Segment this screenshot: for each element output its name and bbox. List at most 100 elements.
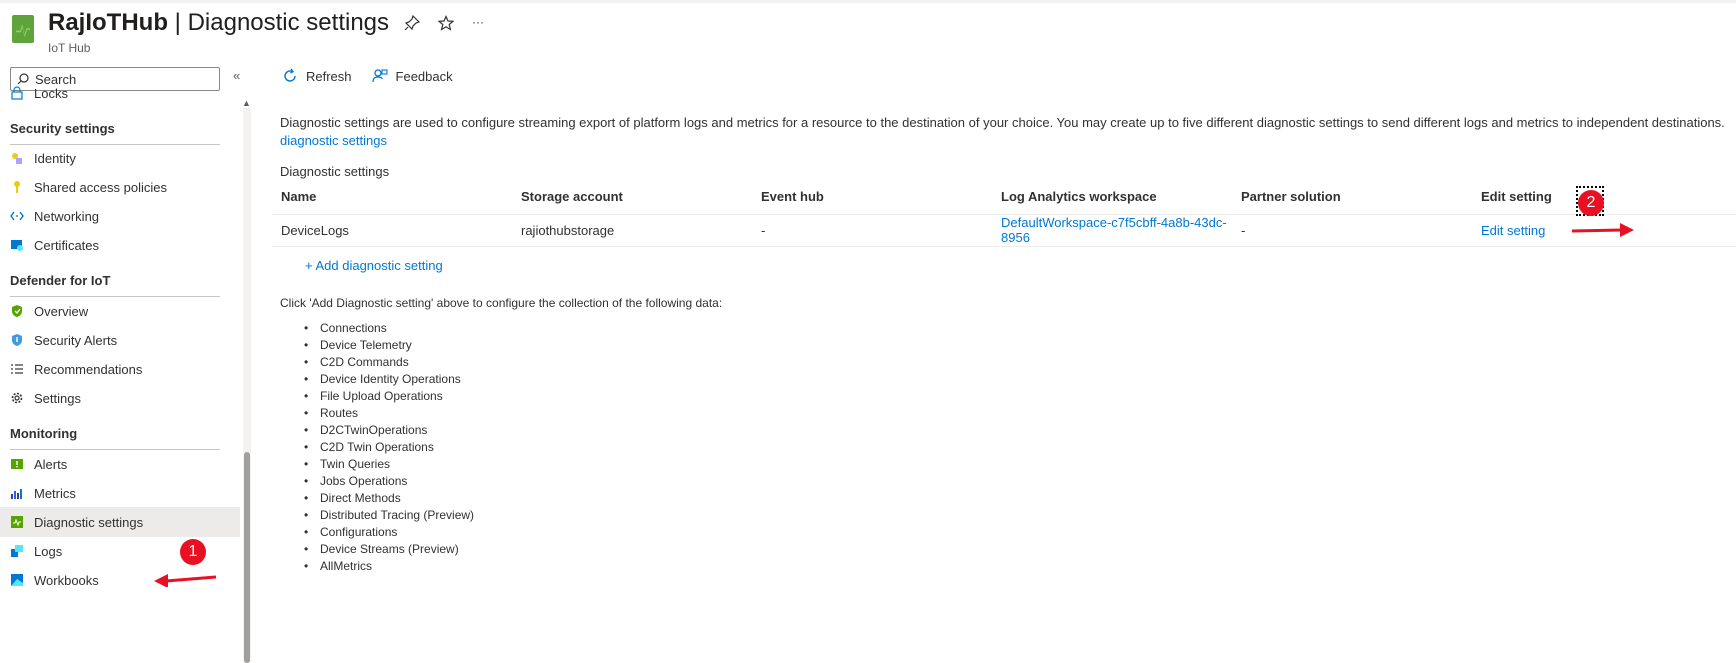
section-monitoring: Monitoring xyxy=(10,426,220,450)
diagnostic-settings-table: Name Storage account Event hub Log Analy… xyxy=(272,180,1736,247)
sidebar-item-networking[interactable]: Networking xyxy=(10,201,240,231)
sidebar-item-settings[interactable]: Settings xyxy=(10,383,240,413)
sidebar-item-metrics[interactable]: Metrics xyxy=(10,478,240,508)
table-header-row: Name Storage account Event hub Log Analy… xyxy=(272,180,1736,215)
diagnostic-settings-icon xyxy=(10,515,24,529)
col-partner-solution: Partner solution xyxy=(1232,180,1472,215)
add-diagnostic-setting-button[interactable]: + Add diagnostic setting xyxy=(305,258,443,273)
workbooks-icon xyxy=(10,573,24,587)
sidebar-item-label: Recommendations xyxy=(34,361,143,377)
sidebar-item-label: Overview xyxy=(34,303,89,319)
command-bar: Refresh Feedback xyxy=(282,68,453,84)
section-defender-for-iot: Defender for IoT xyxy=(10,273,220,297)
shield-icon xyxy=(10,304,24,318)
step-2-badge: 2 xyxy=(1578,190,1604,216)
sidebar-item-shared-access-policies[interactable]: Shared access policies xyxy=(10,172,240,202)
sidebar-item-label: Identity xyxy=(34,150,76,166)
sidebar-item-security-alerts[interactable]: Security Alerts xyxy=(10,325,240,355)
list-item: Routes xyxy=(304,405,474,422)
star-icon[interactable] xyxy=(437,15,455,36)
refresh-button[interactable]: Refresh xyxy=(282,68,352,84)
feedback-icon xyxy=(371,68,388,84)
key-icon xyxy=(10,180,24,194)
refresh-label: Refresh xyxy=(306,68,352,84)
list-item: Configurations xyxy=(304,524,474,541)
refresh-icon xyxy=(282,68,298,84)
list-item: Connections xyxy=(304,320,474,337)
cell-workspace-link[interactable]: DefaultWorkspace-c7f5cbff-4a8b-43dc-8956 xyxy=(992,214,1232,247)
sidebar-item-label: Alerts xyxy=(34,456,68,472)
sidebar-item-alerts[interactable]: Alerts xyxy=(10,449,240,479)
sidebar-item-locks[interactable]: Locks xyxy=(10,78,240,108)
diagnostic-settings-heading: Diagnostic settings xyxy=(280,164,390,179)
step-2-arrow-icon xyxy=(1571,223,1634,237)
list-item: C2D Twin Operations xyxy=(304,439,474,456)
list-item: File Upload Operations xyxy=(304,388,474,405)
col-edit-setting: Edit setting xyxy=(1472,180,1736,215)
security-alert-shield-icon xyxy=(10,333,24,347)
sidebar-item-label: Logs xyxy=(34,543,63,559)
sidebar-item-label: Settings xyxy=(34,390,81,406)
col-name: Name xyxy=(272,180,512,215)
col-event-hub: Event hub xyxy=(752,180,992,215)
section-security-settings: Security settings xyxy=(10,121,220,145)
sidebar-item-diagnostic-settings[interactable]: Diagnostic settings xyxy=(0,507,240,537)
description-text: Diagnostic settings are used to configur… xyxy=(280,115,1725,130)
description: Diagnostic settings are used to configur… xyxy=(280,114,1736,150)
blade-title: Diagnostic settings xyxy=(187,9,390,36)
sidebar-item-identity[interactable]: Identity xyxy=(10,143,240,173)
sidebar-item-certificates[interactable]: Certificates xyxy=(10,230,240,260)
list-item: Direct Methods xyxy=(304,490,474,507)
iot-hub-icon xyxy=(12,15,34,43)
list-item: C2D Commands xyxy=(304,354,474,371)
list-item: Twin Queries xyxy=(304,456,474,473)
list-item: Device Streams (Preview) xyxy=(304,541,474,558)
page-header: RajIoTHub | Diagnostic settings IoT Hub … xyxy=(0,0,1736,60)
sidebar-item-overview[interactable]: Overview xyxy=(10,296,240,326)
pin-icon[interactable] xyxy=(404,14,421,36)
sidebar-scrollbar-thumb[interactable] xyxy=(244,452,250,663)
sidebar-item-label: Certificates xyxy=(34,237,100,253)
feedback-button[interactable]: Feedback xyxy=(371,68,453,84)
logs-icon xyxy=(10,544,24,558)
gear-icon xyxy=(10,391,24,405)
title-separator: | xyxy=(168,9,188,36)
cell-name: DeviceLogs xyxy=(272,214,512,247)
more-options-button[interactable]: ··· xyxy=(472,15,484,36)
diagnostic-settings-docs-link[interactable]: diagnostic settings xyxy=(280,133,387,148)
sidebar-item-label: Security Alerts xyxy=(34,332,118,348)
cell-event-hub: - xyxy=(752,214,992,247)
sidebar-item-label: Diagnostic settings xyxy=(34,514,144,530)
list-item: Device Identity Operations xyxy=(304,371,474,388)
page-title: RajIoTHub | Diagnostic settings xyxy=(48,9,389,37)
sidebar-item-label: Networking xyxy=(34,208,100,224)
header-actions: ··· xyxy=(404,14,484,36)
sidebar-item-label: Locks xyxy=(34,85,68,101)
feedback-label: Feedback xyxy=(395,68,453,84)
lock-icon xyxy=(10,86,24,100)
alerts-icon xyxy=(10,457,24,471)
sidebar-item-label: Workbooks xyxy=(34,572,99,588)
list-item: Distributed Tracing (Preview) xyxy=(304,507,474,524)
scroll-up-icon[interactable]: ▲ xyxy=(242,98,251,108)
step-1-badge: 1 xyxy=(180,539,206,565)
identity-icon xyxy=(10,151,24,165)
list-icon xyxy=(10,362,24,376)
cell-storage: rajiothubstorage xyxy=(512,214,752,247)
cell-partner: - xyxy=(1232,214,1472,247)
resource-type: IoT Hub xyxy=(48,41,91,55)
list-item: Jobs Operations xyxy=(304,473,474,490)
resource-name: RajIoTHub xyxy=(48,9,168,36)
col-log-analytics: Log Analytics workspace xyxy=(992,180,1232,215)
certificate-icon xyxy=(10,238,24,252)
list-item: D2CTwinOperations xyxy=(304,422,474,439)
col-storage-account: Storage account xyxy=(512,180,752,215)
sidebar-item-label: Metrics xyxy=(34,485,76,501)
table-row: DeviceLogs rajiothubstorage - DefaultWor… xyxy=(272,214,1736,247)
metrics-icon xyxy=(10,486,24,500)
data-category-list: ConnectionsDevice TelemetryC2D CommandsD… xyxy=(304,320,474,575)
sidebar-item-recommendations[interactable]: Recommendations xyxy=(10,354,240,384)
collection-intro: Click 'Add Diagnostic setting' above to … xyxy=(280,296,723,310)
networking-icon xyxy=(10,209,24,223)
main-content: Refresh Feedback Diagnostic settings are… xyxy=(262,62,1736,663)
